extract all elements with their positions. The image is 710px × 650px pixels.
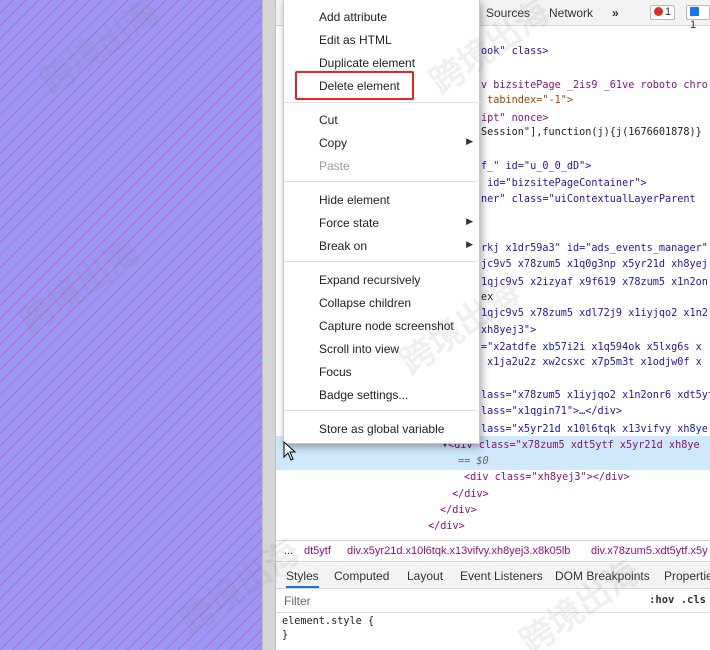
- code-line[interactable]: </div>: [428, 520, 465, 534]
- submenu-arrow-icon: ▶: [466, 216, 473, 226]
- tab-properties[interactable]: Properties: [664, 569, 710, 583]
- code-line[interactable]: ="x2atdfe xb57i2i x1q594ok x5lxg6s x: [481, 341, 702, 355]
- hov-cls-toggles[interactable]: :hov .cls: [649, 594, 706, 606]
- menu-item-copy[interactable]: Copy ▶: [284, 132, 481, 154]
- menu-item-edit-as-html[interactable]: Edit as HTML: [284, 29, 481, 51]
- submenu-arrow-icon: ▶: [466, 136, 473, 146]
- tab-network[interactable]: Network: [549, 6, 593, 20]
- code-line[interactable]: xh8yej3">: [481, 324, 536, 338]
- error-count-badge[interactable]: 1: [650, 5, 676, 20]
- menu-item-add-attribute[interactable]: Add attribute: [284, 6, 481, 28]
- code-line[interactable]: id="bizsitePageContainer">: [481, 177, 646, 191]
- code-line[interactable]: rkj x1dr59a3" id="ads_events_manager": [481, 242, 708, 256]
- menu-separator: [284, 410, 481, 411]
- code-line[interactable]: lass="x5yr21d x10l6tqk x13vifvy xh8ye: [481, 423, 708, 437]
- breadcrumb-overflow[interactable]: ...: [284, 545, 293, 557]
- context-menu: Add attribute Edit as HTML Duplicate ele…: [283, 0, 481, 444]
- code-line[interactable]: x1ja2u2z xw2csxc x7p5m3t x1odjw0f x: [481, 356, 702, 370]
- tab-dom-breakpoints[interactable]: DOM Breakpoints: [555, 569, 650, 583]
- menu-item-collapse-children[interactable]: Collapse children: [284, 292, 481, 314]
- error-icon: [654, 7, 663, 16]
- delete-element-highlight-box: [295, 71, 414, 100]
- menu-item-expand-recursively[interactable]: Expand recursively: [284, 269, 481, 291]
- message-count-badge[interactable]: 1: [686, 5, 710, 31]
- code-line[interactable]: </div>: [440, 504, 477, 518]
- page-viewport: [0, 0, 262, 650]
- code-line[interactable]: ner" class="uiContextualLayerParent: [481, 193, 696, 207]
- menu-item-scroll-into-view[interactable]: Scroll into view: [284, 338, 481, 360]
- menu-separator: [284, 181, 481, 182]
- breadcrumb: ... dt5ytf div.x5yr21d.x10l6tqk.x13vifvy…: [276, 540, 710, 562]
- code-line[interactable]: v bizsitePage _2is9 _61ve roboto chro: [481, 79, 708, 93]
- code-line[interactable]: <div class="xh8yej3"></div>: [464, 471, 630, 485]
- menu-item-capture-node-screenshot[interactable]: Capture node screenshot: [284, 315, 481, 337]
- styles-panel-tabs: Styles Computed Layout Event Listeners D…: [276, 563, 710, 589]
- code-line[interactable]: ook" class>: [481, 45, 548, 59]
- code-line[interactable]: lass="x78zum5 x1iyjqo2 x1n2onr6 xdt5yt: [481, 389, 710, 403]
- tab-styles[interactable]: Styles: [286, 569, 319, 588]
- submenu-arrow-icon: ▶: [466, 239, 473, 249]
- code-line[interactable]: jc9v5 x78zum5 x1q0g3np x5yr21d xh8yej: [481, 258, 708, 272]
- menu-item-force-state[interactable]: Force state ▶: [284, 212, 481, 234]
- code-line[interactable]: f_" id="u_0_0_dD">: [481, 160, 591, 174]
- tab-layout[interactable]: Layout: [407, 569, 443, 583]
- code-line[interactable]: 1qjc9v5 x78zum5 xdl72j9 x1iyjqo2 x1n2: [481, 307, 708, 321]
- menu-item-badge-settings[interactable]: Badge settings...: [284, 384, 481, 406]
- breadcrumb-item[interactable]: div.x5yr21d.x10l6tqk.x13vifvy.xh8yej3.x8…: [347, 545, 570, 557]
- menu-item-focus[interactable]: Focus: [284, 361, 481, 383]
- selected-code-line[interactable]: ▾<div class="x78zum5 xdt5ytf x5yr21d xh8…: [442, 439, 700, 453]
- filter-placeholder: Filter: [284, 594, 311, 608]
- code-line[interactable]: ex: [481, 291, 493, 305]
- code-line[interactable]: lass="x1qgin71">…</div>: [481, 405, 622, 419]
- code-line[interactable]: Session"],function(j){j(1676601878)}: [481, 126, 702, 140]
- code-line[interactable]: 1qjc9v5 x2izyaf x9f619 x78zum5 x1n2on: [481, 276, 708, 290]
- dollar-zero-marker: == $0: [458, 456, 489, 467]
- message-icon: [690, 7, 699, 16]
- breadcrumb-item-current[interactable]: div.x78zum5.xdt5ytf.x5y: [591, 545, 708, 557]
- menu-item-cut[interactable]: Cut: [284, 109, 481, 131]
- tab-event-listeners[interactable]: Event Listeners: [460, 569, 543, 583]
- code-line[interactable]: tabindex="-1">: [481, 94, 573, 108]
- menu-item-break-on[interactable]: Break on ▶: [284, 235, 481, 257]
- menu-separator: [284, 102, 481, 103]
- error-count: 1: [665, 6, 672, 18]
- styles-filter-input[interactable]: Filter :hov .cls: [276, 589, 710, 613]
- tab-computed[interactable]: Computed: [334, 569, 389, 583]
- element-style-selector[interactable]: element.style {: [282, 616, 374, 627]
- tab-sources[interactable]: Sources: [486, 6, 530, 20]
- mouse-pointer-icon: [283, 441, 297, 461]
- breadcrumb-item[interactable]: dt5ytf: [304, 545, 331, 557]
- menu-separator: [284, 261, 481, 262]
- menu-item-store-as-global-variable[interactable]: Store as global variable: [284, 418, 481, 440]
- menu-item-paste: Paste: [319, 159, 350, 173]
- styles-rules: element.style { }: [276, 613, 710, 650]
- code-line[interactable]: ipt" nonce>: [481, 112, 548, 126]
- code-line[interactable]: </div>: [452, 488, 489, 502]
- element-style-close: }: [282, 630, 289, 641]
- panel-divider[interactable]: [262, 0, 276, 650]
- more-tabs-icon[interactable]: »: [612, 6, 619, 20]
- menu-item-hide-element[interactable]: Hide element: [284, 189, 481, 211]
